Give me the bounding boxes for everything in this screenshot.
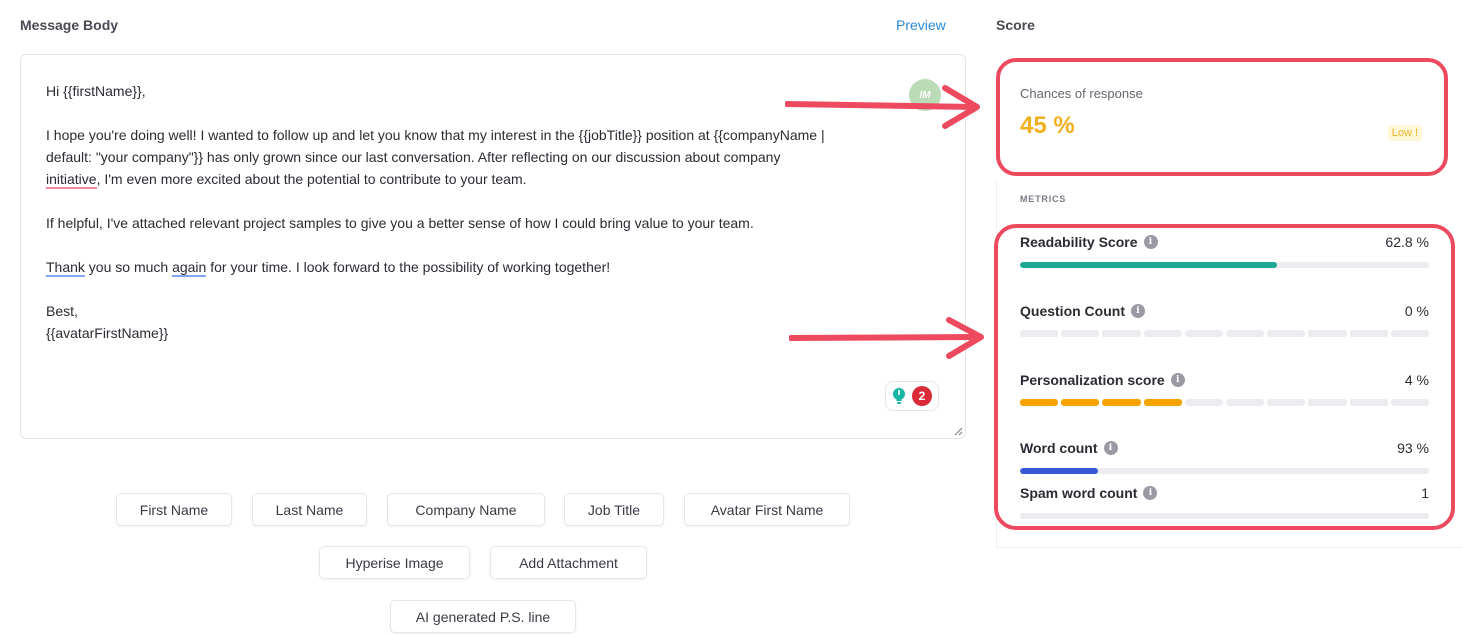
paragraph-1-line-2: default: "your company"}} has only grown… (46, 149, 781, 165)
metric-bar-segment (1102, 330, 1141, 337)
chances-status-badge: Low ! (1387, 125, 1422, 141)
metric-bar-segment (1143, 330, 1182, 337)
metric-spam-word-count-name: Spam word count (1020, 485, 1138, 501)
ai-ps-line-button[interactable]: AI generated P.S. line (390, 600, 576, 633)
info-icon[interactable]: i (1143, 486, 1158, 500)
metric-bar-segment (1390, 399, 1430, 406)
metric-word-count-fill (1020, 468, 1098, 474)
grammar-issue-count: 2 (912, 386, 932, 406)
resize-handle-icon[interactable] (953, 426, 963, 436)
message-body-label: Message Body (20, 17, 119, 33)
info-icon[interactable]: i (1143, 235, 1158, 249)
metric-spam-word-count-value: 1 (1421, 485, 1429, 501)
grammar-checker-badge[interactable]: 2 (885, 381, 939, 411)
chances-label: Chances of response (1020, 86, 1143, 101)
metric-bar-segment (1061, 330, 1100, 337)
metric-bar-segment (1102, 399, 1141, 406)
metric-personalization-label: Personalization score i (1020, 372, 1185, 388)
metric-readability-name: Readability Score (1020, 234, 1138, 250)
preview-link[interactable]: Preview (896, 17, 946, 33)
lightbulb-icon (893, 388, 905, 404)
paragraph-2: If helpful, I've attached relevant proje… (46, 215, 754, 231)
metric-bar-segment (1390, 330, 1430, 337)
insert-job-title-button[interactable]: Job Title (564, 493, 664, 526)
style-suggestion-again[interactable]: again (172, 259, 207, 277)
insert-first-name-button[interactable]: First Name (116, 493, 232, 526)
annotation-arrow-icon (789, 317, 984, 359)
insert-last-name-button[interactable]: Last Name (252, 493, 367, 526)
metric-readability-value: 62.8 % (1385, 234, 1429, 250)
metric-bar-segment (1308, 330, 1347, 337)
metric-bar-segment (1061, 399, 1100, 406)
chances-of-response-card: Chances of response 45 % Low ! (996, 58, 1448, 176)
paragraph-1-line-1: I hope you're doing well! I wanted to fo… (46, 127, 825, 143)
metric-word-count-label: Word count i (1020, 440, 1118, 456)
metric-bar-segment (1184, 330, 1224, 337)
metric-word-count-bar (1020, 468, 1429, 474)
metric-personalization-bar (1020, 399, 1430, 406)
metric-word-count-value: 93 % (1397, 440, 1429, 456)
metric-bar-segment (1184, 399, 1224, 406)
metric-bar-segment (1143, 399, 1182, 406)
metric-spam-word-count-bar (1020, 513, 1429, 519)
metric-word-count-name: Word count (1020, 440, 1098, 456)
insert-company-name-button[interactable]: Company Name (387, 493, 545, 526)
metric-personalization-value: 4 % (1404, 372, 1429, 388)
spelling-suggestion[interactable]: initiative (46, 171, 97, 189)
metric-bar-segment (1349, 330, 1388, 337)
metric-readability-label: Readability Score i (1020, 234, 1158, 250)
paragraph-3-rest: for your time. I look forward to the pos… (206, 259, 611, 275)
metric-personalization-name: Personalization score (1020, 372, 1165, 388)
metric-question-count-label: Question Count i (1020, 303, 1145, 319)
info-icon[interactable]: i (1103, 441, 1118, 455)
metric-question-count-value: 0 % (1404, 303, 1429, 319)
metrics-heading: METRICS (1020, 194, 1067, 204)
metric-bar-segment (1267, 399, 1306, 406)
chances-value: 45 % (1020, 112, 1075, 139)
metric-readability-bar (1020, 262, 1429, 268)
insert-avatar-first-name-button[interactable]: Avatar First Name (684, 493, 850, 526)
metric-bar-segment (1226, 330, 1265, 337)
paragraph-1: I hope you're doing well! I wanted to fo… (46, 124, 946, 190)
metric-readability-fill (1020, 262, 1277, 268)
metric-bar-segment (1267, 330, 1306, 337)
info-icon[interactable]: i (1170, 373, 1185, 387)
paragraph-3: Thank you so much again for your time. I… (46, 256, 946, 278)
metric-bar-segment (1349, 399, 1388, 406)
style-suggestion-thank[interactable]: Thank (46, 259, 85, 277)
paragraph-3-mid: you so much (84, 259, 173, 275)
score-label: Score (996, 17, 1035, 33)
annotation-arrow-icon (785, 85, 980, 129)
hyperise-image-button[interactable]: Hyperise Image (319, 546, 470, 579)
add-attachment-button[interactable]: Add Attachment (490, 546, 647, 579)
metric-bar-segment (1308, 399, 1347, 406)
info-icon[interactable]: i (1131, 304, 1145, 318)
metric-question-count-name: Question Count (1020, 303, 1125, 319)
metric-question-count-bar (1020, 330, 1430, 337)
metric-spam-word-count-label: Spam word count i (1020, 485, 1158, 501)
paragraph-1-line-3: , I'm even more excited about the potent… (96, 171, 527, 187)
metric-bar-segment (1226, 399, 1265, 406)
metric-bar-segment (1020, 399, 1059, 406)
score-panel-bottom-border (996, 547, 1463, 548)
metric-bar-segment (1020, 330, 1059, 337)
